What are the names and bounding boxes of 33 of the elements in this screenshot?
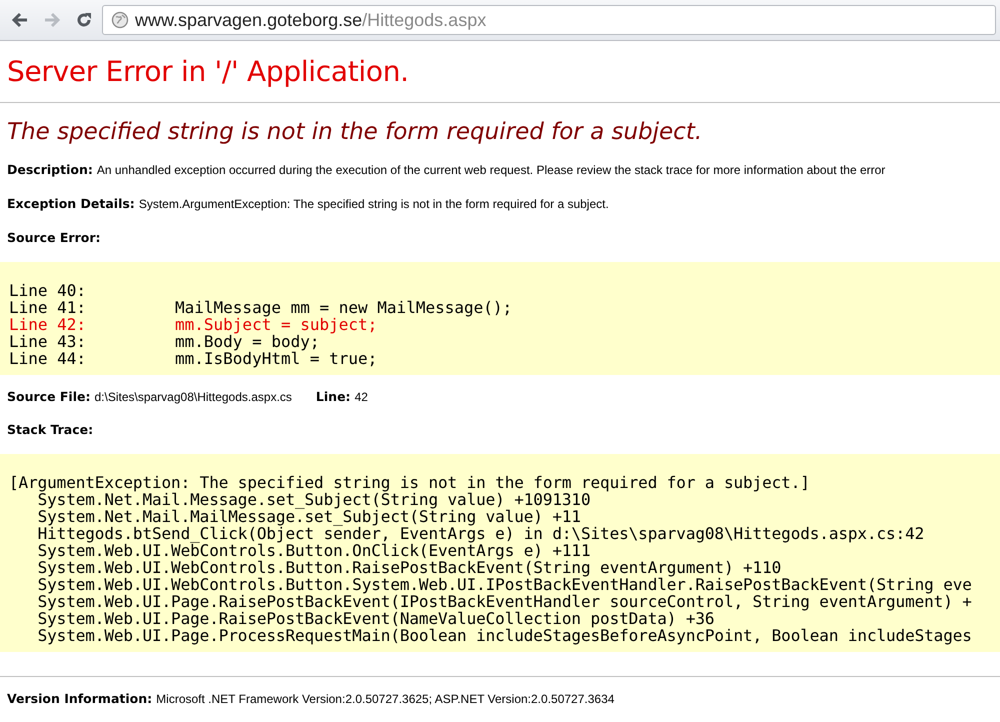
line-number: Line 44: [9,350,88,367]
description-text: Description: An unhandled exception occurred during the execution of the current web request. Please review the stack trace for more information about the error [7,162,886,177]
code-line: mm.Subject = subject; [175,316,378,333]
stack-trace-line: System.Web.UI.WebControls.Button.System.Web.UI.IPostBackEventHandler.RaisePostBackEvent(String eve [36,576,973,593]
stack-trace-line: System.Net.Mail.MailMessage.set_Subject(String value) +11 [36,508,582,525]
stack-trace-line: [ArgumentException: The specified string is not in the form required for a subject.] [9,474,811,491]
page-title: Server Error in '/' Application. [7,55,410,88]
code-line: MailMessage mm = new MailMessage(); [175,299,512,316]
line-number: Line 43: [9,333,88,350]
stack-trace-line: System.Web.UI.Page.RaisePostBackEvent(IPostBackEventHandler sourceControl, String eventArgument) + [36,593,973,610]
stack-trace-line: Hittegods.btSend_Click(Object sender, EventArgs e) in d:\Sites\sparvag08\Hittegods.aspx.cs:42 [36,525,926,542]
line-number: Line 42: [9,316,88,333]
stack-trace-line: System.Web.UI.Page.ProcessRequestMain(Boolean includeStagesBeforeAsyncPoint, Boolean includeStages [36,627,973,644]
error-message: The specified string is not in the form required for a subject. [7,119,704,145]
stack-trace-line: System.Net.Mail.Message.set_Subject(String value) +1091310 [38,491,591,508]
stack-trace-line: System.Web.UI.WebControls.Button.OnClick(EventArgs e) +111 [36,542,591,559]
section-heading: Source Error: [7,230,102,245]
stack-trace-line: System.Web.UI.Page.RaisePostBackEvent(NameValueCollection postData) +36 [36,610,714,627]
back-arrow-icon [11,12,29,28]
reload-icon [75,11,93,29]
exception-details-text: Exception Details: System.ArgumentException: The specified string is not in the form required for a subject. [7,196,610,211]
line-number: Line 41: [9,299,88,316]
globe-icon [111,11,129,29]
line-number: Line 40: [9,282,88,299]
code-line: mm.IsBodyHtml = true; [175,350,378,367]
section-heading: Stack Trace: [7,422,94,437]
forward-arrow-icon [43,12,61,28]
code-line: mm.Body = body; [175,333,320,350]
stack-trace-line: System.Web.UI.WebControls.Button.RaisePostBackEvent(String eventArgument) +110 [36,559,782,576]
url-text: www.sparvagen.goteborg.se/Hittegods.aspx [135,10,486,30]
address-bar[interactable]: www.sparvagen.goteborg.se/Hittegods.aspx [102,5,996,35]
version-text: Version Information: Microsoft .NET Framework Version:2.0.50727.3625; ASP.NET Version:2.0.50727.3634 [7,691,616,706]
source-file-text: Source File: d:\Sites\sparvag08\Hittegods.aspx.cs Line: 42 [7,389,369,404]
